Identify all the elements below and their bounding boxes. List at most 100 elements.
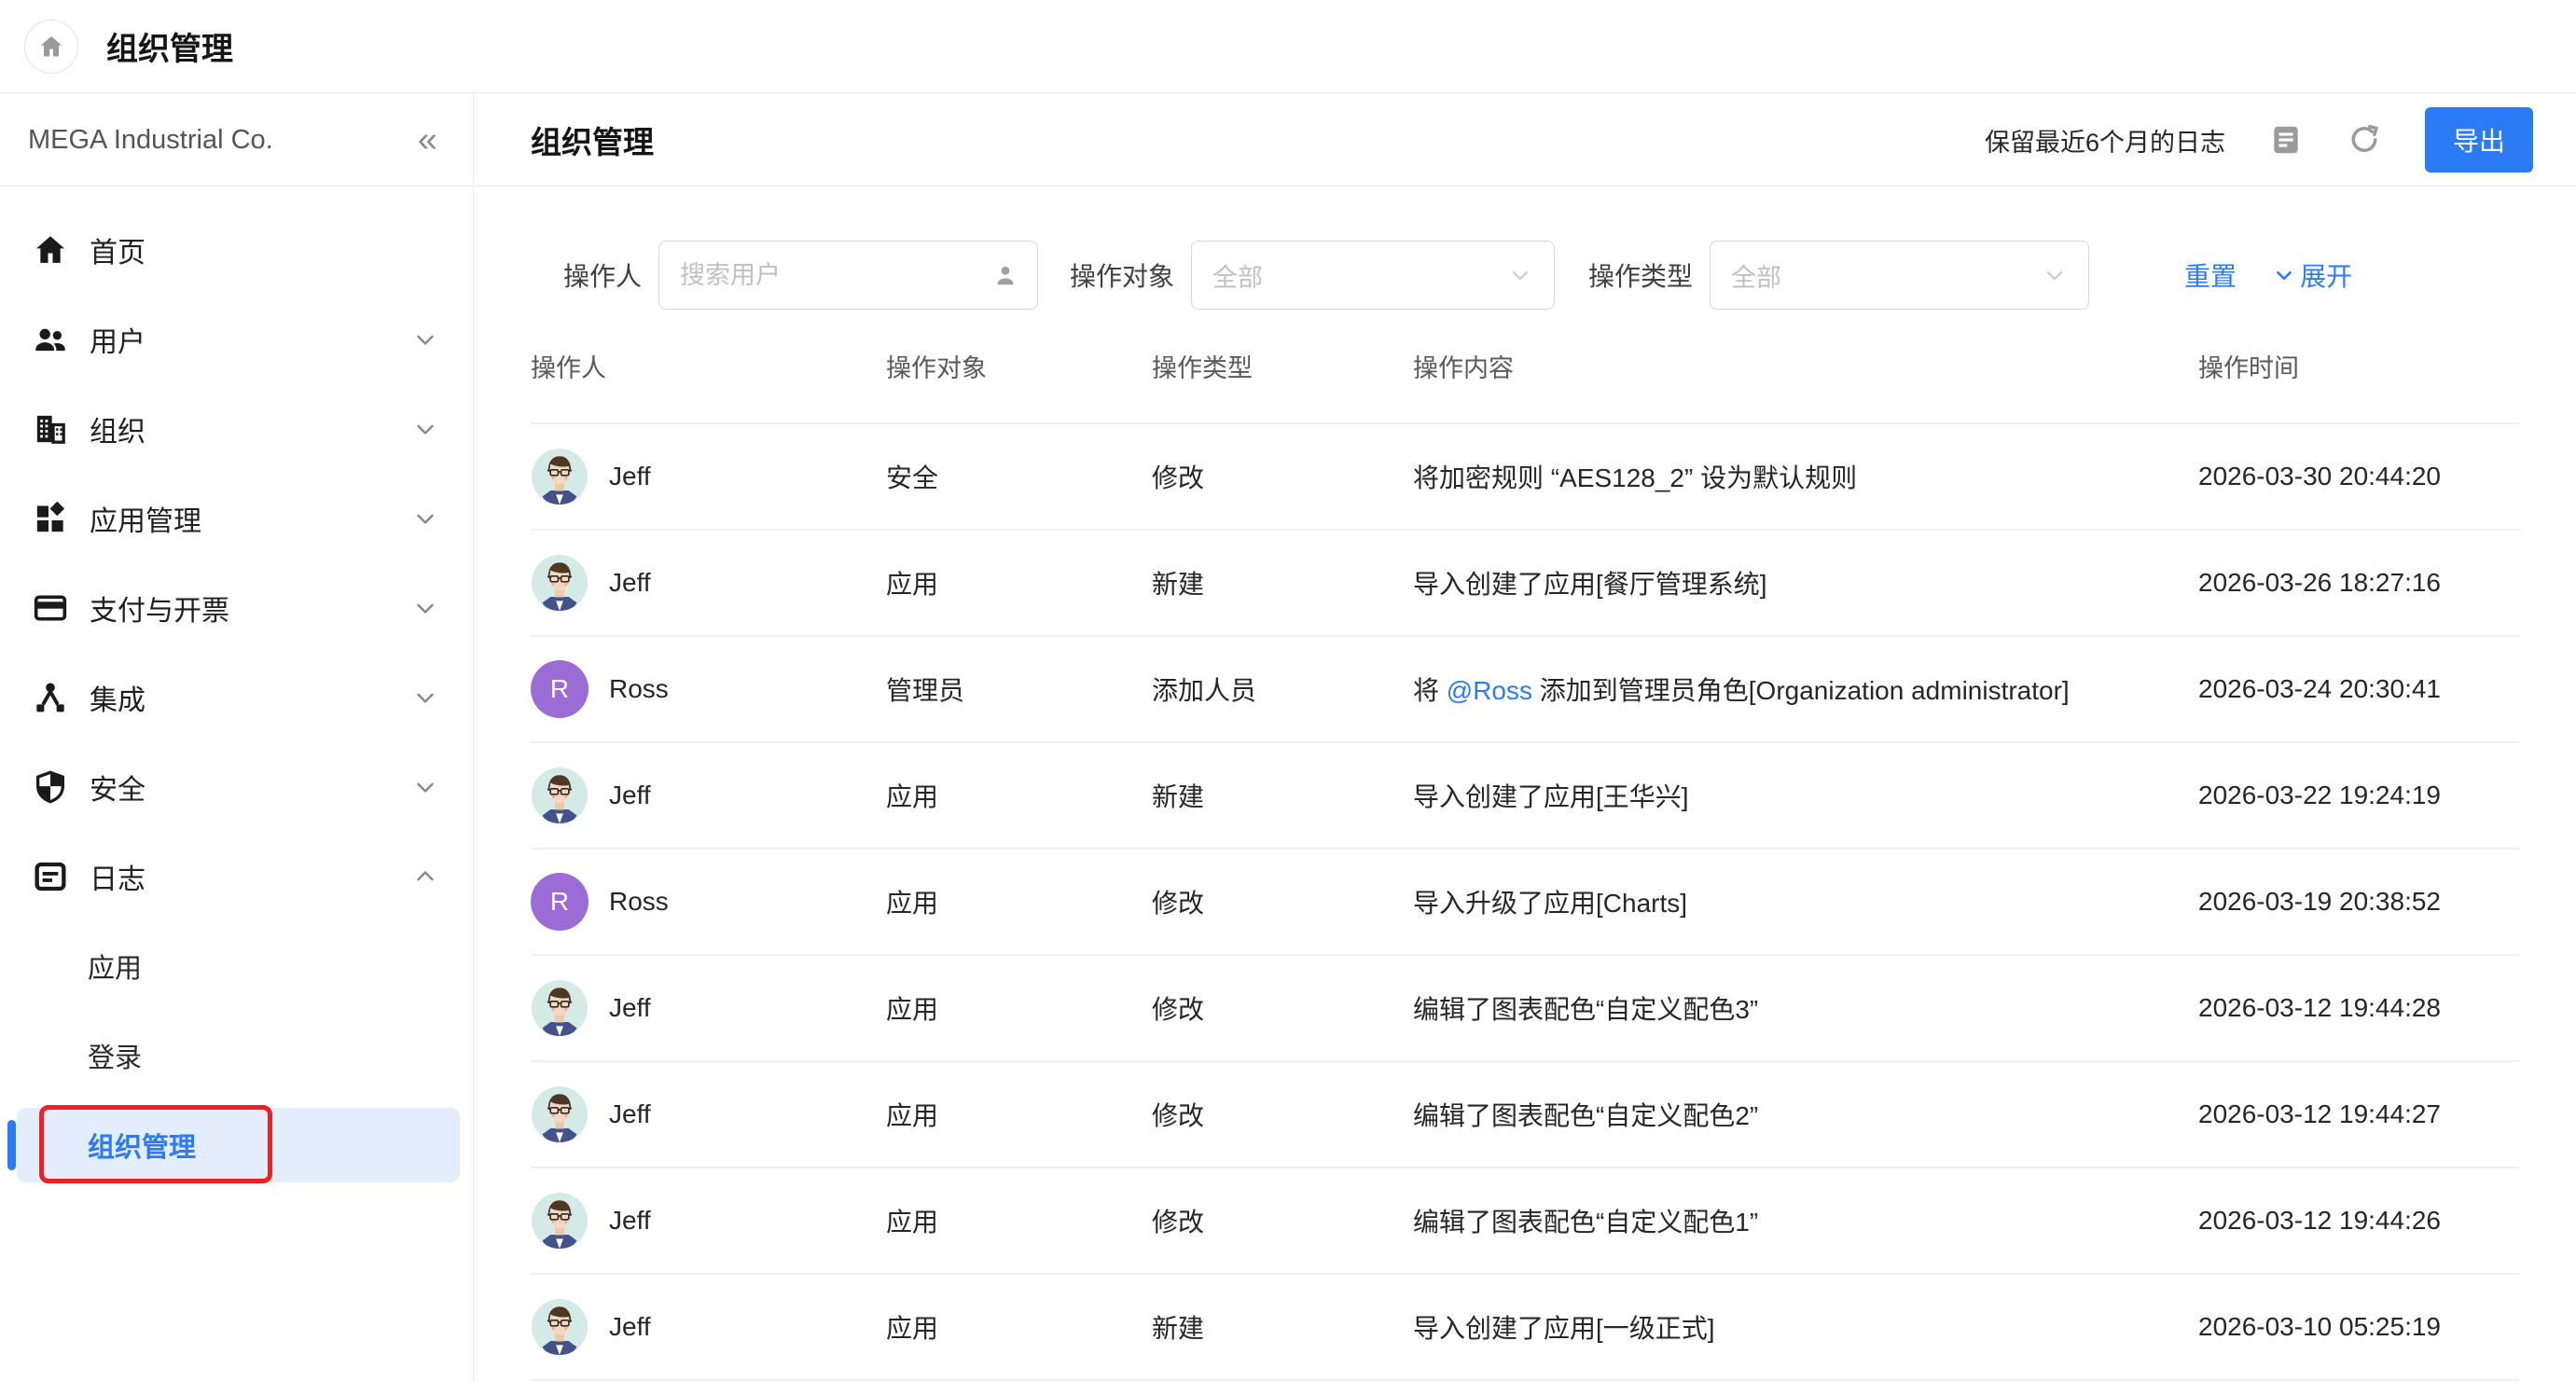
avatar <box>531 767 589 824</box>
sidebar-item-logs-login[interactable]: 登录 <box>0 1011 473 1100</box>
content-cell: 编辑了图表配色“自定义配色1” <box>1413 1168 2198 1274</box>
user-mention[interactable]: @Ross <box>1447 676 1532 705</box>
content-title: 组织管理 <box>531 117 654 162</box>
time-cell: 2026-03-12 19:44:28 <box>2198 955 2520 1061</box>
time-cell: 2026-03-10 05:25:19 <box>2198 1274 2520 1380</box>
logs-icon <box>32 858 69 895</box>
header-actions: 保留最近6个月的日志 导出 <box>1985 107 2533 173</box>
sidebar-item-home[interactable]: 首页 <box>0 205 473 295</box>
content-cell: 编辑了图表配色“自定义配色2” <box>1413 1061 2198 1168</box>
sidebar-item-logs[interactable]: 日志 <box>0 832 473 921</box>
chevron-down-icon[interactable] <box>411 773 439 801</box>
time-cell: 2026-03-26 18:27:16 <box>2198 530 2520 636</box>
column-header: 操作人 <box>531 310 886 423</box>
chevron-up-icon[interactable] <box>411 863 439 891</box>
column-header: 操作对象 <box>886 310 1152 423</box>
content-cell: 将 @Ross 添加到管理员角色[Organization administra… <box>1413 636 2198 742</box>
operator-search <box>658 241 1038 310</box>
target-cell: 应用 <box>886 1061 1152 1168</box>
search-user-input[interactable] <box>658 241 1038 310</box>
sidebar-item-users[interactable]: 用户 <box>0 295 473 384</box>
expand-button[interactable]: 展开 <box>2272 256 2352 294</box>
page-title: 组织管理 <box>106 23 233 69</box>
type-cell: 添加人员 <box>1152 636 1413 742</box>
sidebar-item-org[interactable]: 组织 <box>0 384 473 474</box>
chevron-down-icon <box>1507 262 1533 288</box>
type-cell: 修改 <box>1152 1168 1413 1274</box>
type-select[interactable]: 全部 <box>1710 241 2089 310</box>
target-cell: 应用 <box>886 742 1152 849</box>
refresh-icon[interactable] <box>2347 122 2382 158</box>
sidebar-item-billing[interactable]: 支付与开票 <box>0 563 473 653</box>
log-table-body: Jeff安全修改将加密规则 “AES128_2” 设为默认规则2026-03-3… <box>531 423 2520 1380</box>
target-select[interactable]: 全部 <box>1191 241 1555 310</box>
operator-name: Jeff <box>609 1312 651 1342</box>
type-cell: 新建 <box>1152 742 1413 849</box>
time-cell: 2026-03-19 20:38:52 <box>2198 849 2520 955</box>
sidebar-item-logs-org[interactable]: 组织管理 <box>0 1100 473 1190</box>
avatar <box>531 554 589 612</box>
target-cell: 应用 <box>886 1274 1152 1380</box>
time-cell: 2026-03-30 20:44:20 <box>2198 423 2520 530</box>
operator-name: Jeff <box>609 568 651 598</box>
expand-button-label: 展开 <box>2300 256 2352 294</box>
type-cell: 新建 <box>1152 530 1413 636</box>
log-document-icon[interactable] <box>2268 122 2304 158</box>
operator-cell: Jeff <box>531 1085 886 1143</box>
table-row: Jeff应用修改编辑了图表配色“自定义配色1”2026-03-12 19:44:… <box>531 1168 2520 1274</box>
avatar <box>531 979 589 1037</box>
reset-button[interactable]: 重置 <box>2184 256 2237 294</box>
operator-cell: Jeff <box>531 554 886 612</box>
export-button[interactable]: 导出 <box>2425 107 2533 173</box>
chevron-down-icon[interactable] <box>411 415 439 443</box>
users-icon <box>32 321 69 358</box>
avatar <box>531 448 589 505</box>
collapse-sidebar-button[interactable]: « <box>418 122 437 158</box>
table-row: Jeff安全修改将加密规则 “AES128_2” 设为默认规则2026-03-3… <box>531 423 2520 530</box>
chevron-down-icon[interactable] <box>411 504 439 532</box>
table-row: RRoss应用修改导入升级了应用[Charts]2026-03-19 20:38… <box>531 849 2520 955</box>
type-cell: 修改 <box>1152 1061 1413 1168</box>
time-cell: 2026-03-22 19:24:19 <box>2198 742 2520 849</box>
operator-cell: RRoss <box>531 660 886 718</box>
sidebar-item-integration[interactable]: 集成 <box>0 653 473 742</box>
retention-note: 保留最近6个月的日志 <box>1985 122 2225 159</box>
table-row: Jeff应用修改编辑了图表配色“自定义配色3”2026-03-12 19:44:… <box>531 955 2520 1061</box>
operator-cell: Jeff <box>531 448 886 505</box>
chevron-down-icon[interactable] <box>411 684 439 712</box>
selected-item-background <box>17 1108 460 1182</box>
operator-filter-label: 操作人 <box>563 256 642 294</box>
avatar: R <box>531 873 589 931</box>
active-indicator <box>7 1120 16 1170</box>
target-cell: 应用 <box>886 955 1152 1061</box>
operator-name: Jeff <box>609 1206 651 1236</box>
integration-icon <box>32 679 69 716</box>
operator-cell: Jeff <box>531 767 886 824</box>
org-name: MEGA Industrial Co. <box>28 125 273 156</box>
home-button[interactable] <box>24 20 78 74</box>
sidebar-item-logs-app[interactable]: 应用 <box>0 921 473 1011</box>
target-cell: 管理员 <box>886 636 1152 742</box>
operator-name: Jeff <box>609 462 651 491</box>
shield-icon <box>32 768 69 806</box>
sidebar-item-security[interactable]: 安全 <box>0 742 473 832</box>
chevron-down-icon[interactable] <box>411 594 439 622</box>
column-header: 操作类型 <box>1152 310 1413 423</box>
operator-cell: Jeff <box>531 1192 886 1250</box>
table-row: Jeff应用新建导入创建了应用[餐厅管理系统]2026-03-26 18:27:… <box>531 530 2520 636</box>
column-header: 操作内容 <box>1413 310 2198 423</box>
type-cell: 修改 <box>1152 423 1413 530</box>
credit-card-icon <box>32 589 69 627</box>
avatar: R <box>531 660 589 718</box>
content-cell: 导入升级了应用[Charts] <box>1413 849 2198 955</box>
sidebar-item-apps[interactable]: 应用管理 <box>0 474 473 563</box>
chevron-down-icon[interactable] <box>411 325 439 353</box>
content-cell: 导入创建了应用[餐厅管理系统] <box>1413 530 2198 636</box>
chevron-down-icon <box>2042 262 2068 288</box>
person-icon <box>991 261 1019 289</box>
content-cell: 导入创建了应用[一级正式] <box>1413 1274 2198 1380</box>
time-cell: 2026-03-12 19:44:26 <box>2198 1168 2520 1274</box>
main-content: 组织管理 保留最近6个月的日志 导出 操作人 操作对象 全部 <box>475 94 2576 1382</box>
table-header-row: 操作人操作对象操作类型操作内容操作时间 <box>531 310 2520 423</box>
table-row: RRoss管理员添加人员将 @Ross 添加到管理员角色[Organizatio… <box>531 636 2520 742</box>
